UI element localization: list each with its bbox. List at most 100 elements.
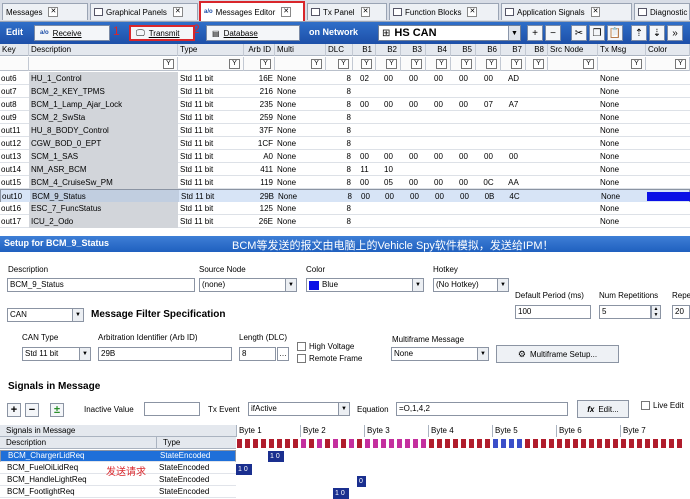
- bit-cell[interactable]: [292, 438, 299, 449]
- col-description[interactable]: Description: [29, 44, 178, 56]
- arb-id-input[interactable]: 29B: [98, 347, 232, 361]
- bit-cell[interactable]: [628, 438, 635, 449]
- col-b6[interactable]: B6: [476, 44, 501, 56]
- filter-icon[interactable]: Y: [461, 59, 472, 69]
- equation-input[interactable]: =O,1,4,2: [396, 402, 568, 416]
- bit-cell[interactable]: [300, 438, 307, 449]
- col-b3[interactable]: B3: [401, 44, 426, 56]
- col-b2[interactable]: B2: [376, 44, 401, 56]
- col-b5[interactable]: B5: [451, 44, 476, 56]
- bit-cell[interactable]: [252, 438, 259, 449]
- bit-cell[interactable]: [492, 438, 499, 449]
- tab-messages[interactable]: Messages ✕: [2, 3, 88, 20]
- close-icon[interactable]: ✕: [590, 7, 601, 17]
- bit-cell[interactable]: [380, 438, 387, 449]
- table-row[interactable]: out16 ESC_7_FuncStatus Std 11 bit 125 None 8 N…: [0, 202, 690, 215]
- bit-cell[interactable]: [580, 438, 587, 449]
- bit-cell[interactable]: [340, 438, 347, 449]
- bit-cell[interactable]: [308, 438, 315, 449]
- col-b1[interactable]: B1: [353, 44, 376, 56]
- col-dlc[interactable]: DLC: [326, 44, 353, 56]
- col-multi[interactable]: Multi: [275, 44, 326, 56]
- bit-cell[interactable]: [468, 438, 475, 449]
- bit-cell[interactable]: [532, 438, 539, 449]
- bit-cell[interactable]: [236, 438, 243, 449]
- bit-cell[interactable]: [348, 438, 355, 449]
- filter-icon[interactable]: Y: [486, 59, 497, 69]
- bit-cell[interactable]: [460, 438, 467, 449]
- high-voltage-checkbox[interactable]: [297, 342, 306, 351]
- default-period-input[interactable]: 100: [515, 305, 591, 319]
- col-key[interactable]: Key: [0, 44, 29, 56]
- num-repetitions-input[interactable]: 5: [599, 305, 651, 319]
- protocol-select[interactable]: CAN ▼: [7, 308, 84, 322]
- sort-down-button[interactable]: ⇣: [649, 25, 665, 41]
- receive-button[interactable]: a/o Receive: [34, 25, 110, 41]
- bit-cell[interactable]: [324, 438, 331, 449]
- repeat-input[interactable]: 20: [672, 305, 690, 319]
- multiframe-setup-button[interactable]: ⚙ Multiframe Setup...: [496, 345, 619, 363]
- filter-icon[interactable]: Y: [533, 59, 544, 69]
- col-color[interactable]: Color: [646, 44, 690, 56]
- col-src-node[interactable]: Src Node: [548, 44, 598, 56]
- bit-cell[interactable]: [332, 438, 339, 449]
- bit-cell[interactable]: [396, 438, 403, 449]
- close-icon[interactable]: ✕: [281, 7, 292, 17]
- table-row[interactable]: out8 BCM_1_Lamp_Ajar_Lock Std 11 bit 235 Non…: [0, 98, 690, 111]
- add-signal-button[interactable]: +: [7, 403, 21, 417]
- filter-icon[interactable]: Y: [631, 59, 642, 69]
- source-node-select[interactable]: (none) ▼: [199, 278, 297, 292]
- filter-icon[interactable]: Y: [411, 59, 422, 69]
- bit-cell[interactable]: [404, 438, 411, 449]
- bit-cell[interactable]: [412, 438, 419, 449]
- filter-icon[interactable]: Y: [583, 59, 594, 69]
- bit-cell[interactable]: [548, 438, 555, 449]
- multiframe-select[interactable]: None ▼: [391, 347, 489, 361]
- filter-icon[interactable]: Y: [436, 59, 447, 69]
- cut-button[interactable]: ✂: [571, 25, 587, 41]
- transmit-button[interactable]: 🖵 Transmit: [129, 25, 195, 41]
- col-b4[interactable]: B4: [426, 44, 451, 56]
- bit-cell[interactable]: [444, 438, 451, 449]
- description-input[interactable]: BCM_9_Status: [7, 278, 195, 292]
- tab-application-signals[interactable]: Application Signals ✕: [501, 3, 632, 20]
- bit-cell[interactable]: [652, 438, 659, 449]
- bit-cell[interactable]: [620, 438, 627, 449]
- filter-icon[interactable]: Y: [229, 59, 240, 69]
- signal-row[interactable]: BCM_FootlightReq StateEncoded: [0, 486, 236, 498]
- delete-message-button[interactable]: −: [545, 25, 561, 41]
- tab-messages-editor[interactable]: a/o Messages Editor ✕: [199, 1, 305, 21]
- color-select[interactable]: Blue ▼: [306, 278, 424, 292]
- filter-icon[interactable]: Y: [361, 59, 372, 69]
- more-button[interactable]: »: [667, 25, 683, 41]
- bit-cell[interactable]: [284, 438, 291, 449]
- bit-cell[interactable]: [556, 438, 563, 449]
- bit-cell[interactable]: [612, 438, 619, 449]
- bit-cell[interactable]: [372, 438, 379, 449]
- table-row[interactable]: out11 HU_8_BODY_Control Std 11 bit 37F None 8…: [0, 124, 690, 137]
- table-row[interactable]: out7 BCM_2_KEY_TPMS Std 11 bit 216 None 8 None: [0, 85, 690, 98]
- col-tx-msg[interactable]: Tx Msg: [598, 44, 646, 56]
- table-row[interactable]: out17 ICU_2_Odo Std 11 bit 26E None 8 None: [0, 215, 690, 228]
- bit-cell[interactable]: [260, 438, 267, 449]
- bit-cell[interactable]: [524, 438, 531, 449]
- bit-cell[interactable]: [596, 438, 603, 449]
- hotkey-select[interactable]: (No Hotkey) ▼: [433, 278, 509, 292]
- remove-signal-button[interactable]: −: [25, 403, 39, 417]
- bit-cell[interactable]: [428, 438, 435, 449]
- add-signal-green-button[interactable]: ±: [50, 403, 64, 417]
- filter-icon[interactable]: Y: [163, 59, 174, 69]
- can-type-select[interactable]: Std 11 bit ▼: [22, 347, 91, 361]
- network-select[interactable]: ⊞ HS CAN ▼: [378, 25, 521, 41]
- length-browse-button[interactable]: …: [277, 347, 289, 361]
- table-row[interactable]: out15 BCM_4_CruiseSw_PM Std 11 bit 119 None 8…: [0, 176, 690, 189]
- bit-cell[interactable]: [564, 438, 571, 449]
- bit-cell[interactable]: [588, 438, 595, 449]
- add-message-button[interactable]: +: [527, 25, 543, 41]
- bit-cell[interactable]: [508, 438, 515, 449]
- tab-diagnostic[interactable]: Diagnostic: [634, 3, 690, 20]
- bit-cell[interactable]: [452, 438, 459, 449]
- bit-cell[interactable]: [668, 438, 675, 449]
- signal-col-description[interactable]: Description: [0, 437, 156, 449]
- signal-col-type[interactable]: Type: [156, 437, 236, 449]
